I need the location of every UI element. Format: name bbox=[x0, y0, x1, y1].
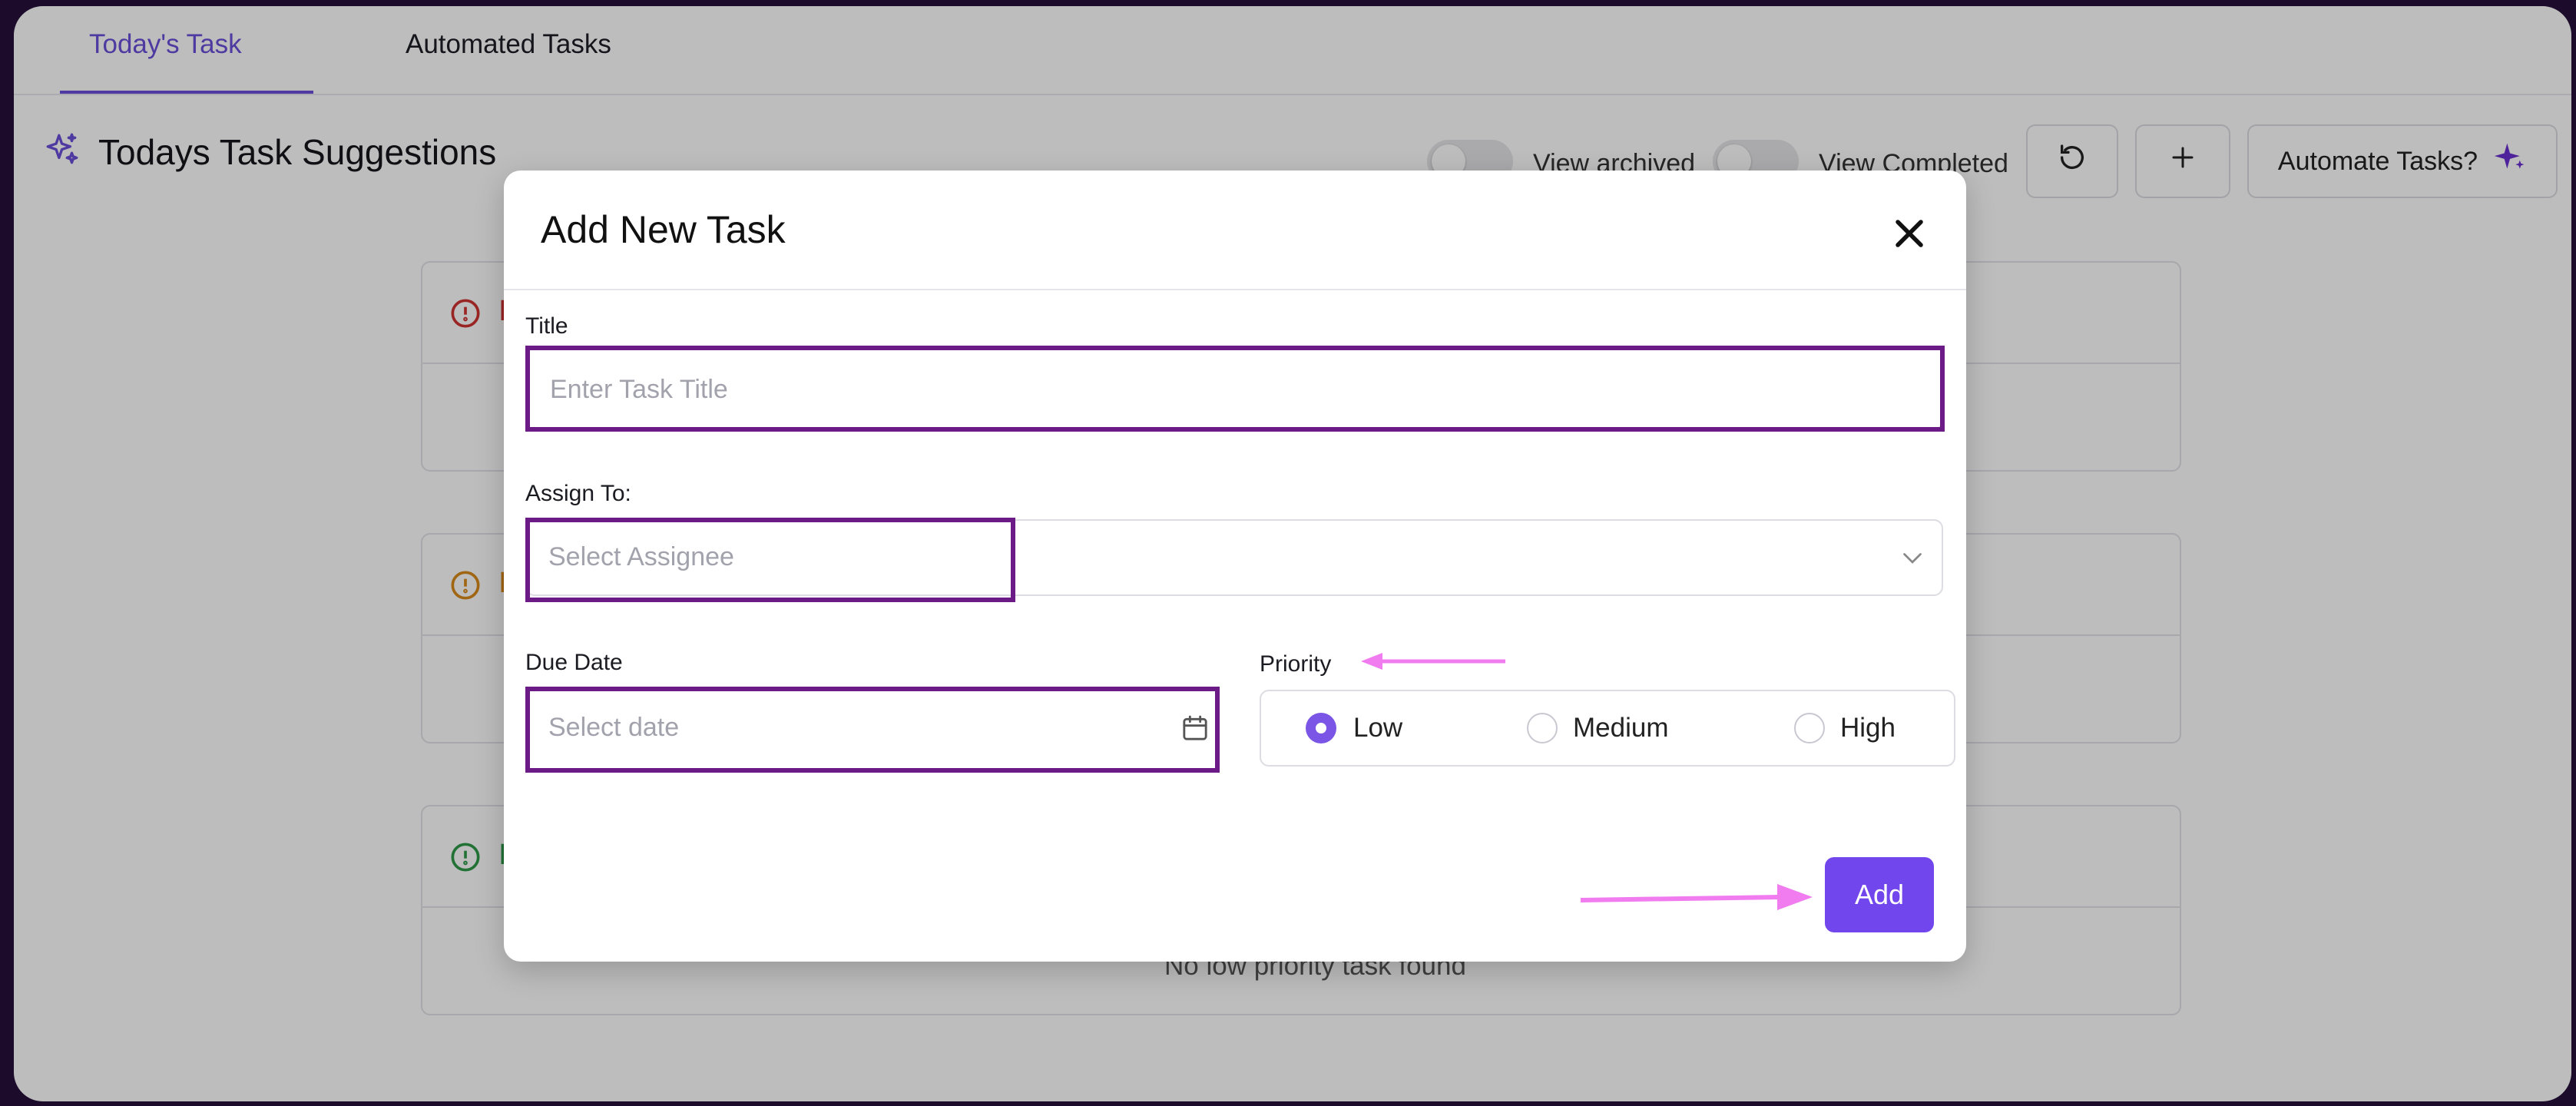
app-window: Today's Task Automated Tasks Todays Task… bbox=[14, 6, 2571, 1101]
due-date-placeholder: Select date bbox=[548, 713, 680, 742]
dialog-title: Add New Task bbox=[541, 208, 786, 251]
close-icon[interactable] bbox=[1886, 210, 1932, 257]
priority-high-radio[interactable] bbox=[1794, 713, 1825, 743]
chevron-down-icon[interactable] bbox=[1899, 544, 1926, 575]
calendar-icon[interactable] bbox=[1180, 713, 1210, 747]
priority-low-radio[interactable] bbox=[1306, 713, 1336, 743]
title-input-highlight bbox=[525, 346, 1945, 432]
dialog-divider bbox=[504, 289, 1966, 290]
title-placeholder: Enter Task Title bbox=[550, 375, 728, 404]
add-task-dialog: Add New Task Title Enter Task Title Assi… bbox=[504, 171, 1966, 962]
priority-label: Priority bbox=[1260, 651, 1332, 677]
priority-medium-radio[interactable] bbox=[1527, 713, 1558, 743]
priority-high-label[interactable]: High bbox=[1840, 713, 1896, 743]
due-date-label: Due Date bbox=[525, 650, 623, 675]
add-button[interactable]: Add bbox=[1825, 857, 1934, 932]
priority-low-label[interactable]: Low bbox=[1353, 713, 1402, 743]
annotation-arrow-add bbox=[1580, 884, 1813, 910]
assignee-placeholder: Select Assignee bbox=[548, 542, 734, 571]
title-label: Title bbox=[525, 313, 568, 339]
assign-to-label: Assign To: bbox=[525, 481, 631, 506]
annotation-arrow-priority bbox=[1361, 653, 1505, 670]
priority-medium-label[interactable]: Medium bbox=[1573, 713, 1668, 743]
